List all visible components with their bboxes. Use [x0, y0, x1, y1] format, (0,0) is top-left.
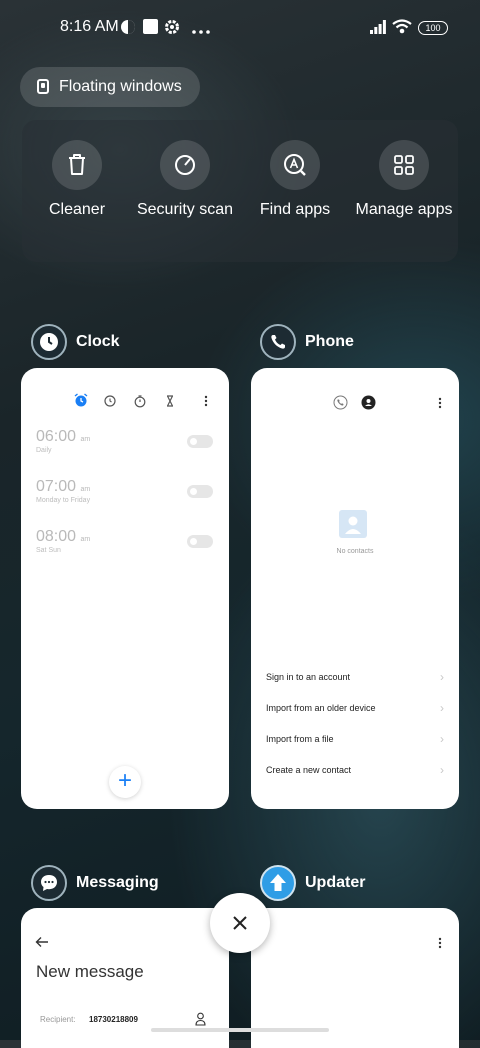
recipient-label: Recipient: [40, 1015, 76, 1024]
chevron-right-icon: › [440, 732, 444, 746]
timer-tab-icon[interactable] [163, 394, 177, 413]
messaging-app-card[interactable]: New message Recipient: 18730218809 [21, 908, 229, 1048]
battery-icon: 100 [418, 21, 448, 35]
chevron-right-icon: › [440, 701, 444, 715]
security-scan-button[interactable]: Security scan [130, 140, 240, 220]
sign-in-account-option[interactable]: Sign in to an account › [266, 670, 444, 684]
gear-icon [164, 19, 180, 40]
manage-apps-button[interactable]: Manage apps [349, 140, 459, 220]
find-apps-button[interactable]: Find apps [240, 140, 350, 220]
clock-app-header[interactable]: Clock [31, 324, 211, 360]
back-arrow-icon[interactable] [35, 935, 49, 953]
add-alarm-button[interactable]: + [109, 766, 141, 798]
phone-app-title: Phone [305, 333, 354, 350]
messaging-app-header[interactable]: Messaging [31, 865, 211, 901]
quick-tools-panel: Cleaner Security scan Find apps Manage a… [22, 120, 458, 262]
clock-app-icon [31, 324, 67, 360]
status-bar: 8:16 AM 100 [0, 0, 480, 56]
chevron-right-icon: › [440, 670, 444, 684]
clock-app-card[interactable]: 06:00 am Daily 07:00 am Monday to Friday… [21, 368, 229, 809]
wifi-icon [392, 19, 412, 39]
shield-icon [120, 19, 136, 40]
clear-all-button[interactable] [210, 893, 270, 953]
contacts-tab-icon[interactable] [361, 395, 376, 415]
signal-icon [370, 20, 386, 39]
alarm-time: 08:00 [36, 528, 77, 545]
world-clock-tab-icon[interactable] [103, 394, 117, 413]
option-label: Import from an older device [266, 703, 376, 713]
manage-apps-label: Manage apps [355, 201, 453, 218]
alarm-ampm: am [80, 486, 91, 493]
chevron-right-icon: › [440, 763, 444, 777]
new-message-heading: New message [36, 962, 144, 981]
alarm-ampm: am [80, 536, 91, 543]
more-dots-icon [191, 22, 211, 40]
alarm-repeat: Sat Sun [36, 547, 61, 554]
find-apps-icon [270, 140, 320, 190]
alarm-repeat: Daily [36, 447, 52, 454]
phone-app-header[interactable]: Phone [260, 324, 440, 360]
notification-square-icon [143, 19, 158, 39]
more-vertical-icon[interactable] [437, 396, 443, 415]
import-file-option[interactable]: Import from a file › [266, 732, 444, 746]
cleaner-button[interactable]: Cleaner [22, 140, 132, 220]
floating-windows-button[interactable]: Floating windows [20, 67, 200, 107]
more-vertical-icon[interactable] [203, 394, 209, 413]
alarm-ampm: am [80, 436, 91, 443]
security-gauge-icon [160, 140, 210, 190]
messaging-app-icon [31, 865, 67, 901]
empty-contacts-icon [339, 510, 367, 543]
home-gesture-bar[interactable] [151, 1028, 329, 1032]
alarm-toggle[interactable] [187, 435, 213, 448]
close-icon [232, 915, 248, 936]
call-log-tab-icon[interactable] [333, 395, 348, 415]
clock-app-title: Clock [76, 333, 120, 350]
trash-icon [52, 140, 102, 190]
alarm-toggle[interactable] [187, 485, 213, 498]
alarm-tab-icon[interactable] [73, 392, 89, 413]
alarm-time: 06:00 [36, 428, 77, 445]
alarm-time: 07:00 [36, 478, 77, 495]
find-apps-label: Find apps [259, 201, 331, 218]
floating-windows-label: Floating windows [59, 78, 182, 95]
updater-app-title: Updater [305, 874, 366, 891]
option-label: Import from a file [266, 734, 334, 744]
import-older-device-option[interactable]: Import from an older device › [266, 701, 444, 715]
updater-app-header[interactable]: Updater [260, 865, 440, 901]
create-contact-option[interactable]: Create a new contact › [266, 763, 444, 777]
grid-icon [379, 140, 429, 190]
more-vertical-icon[interactable] [437, 936, 443, 955]
phone-app-icon [260, 324, 296, 360]
floating-window-icon [37, 79, 49, 94]
recipient-input[interactable]: 18730218809 [89, 1015, 138, 1024]
security-scan-label: Security scan [136, 201, 234, 218]
alarm-toggle[interactable] [187, 535, 213, 548]
stopwatch-tab-icon[interactable] [133, 394, 147, 413]
option-label: Sign in to an account [266, 672, 351, 682]
updater-app-card[interactable] [251, 908, 459, 1048]
option-label: Create a new contact [266, 765, 352, 775]
phone-app-card[interactable]: No contacts Sign in to an account › Impor… [251, 368, 459, 809]
updater-app-icon [260, 865, 296, 901]
no-contacts-label: No contacts [336, 548, 374, 555]
alarm-repeat: Monday to Friday [36, 497, 91, 504]
cleaner-label: Cleaner [48, 201, 106, 218]
status-time: 8:16 AM [60, 18, 119, 35]
messaging-app-title: Messaging [76, 874, 159, 891]
